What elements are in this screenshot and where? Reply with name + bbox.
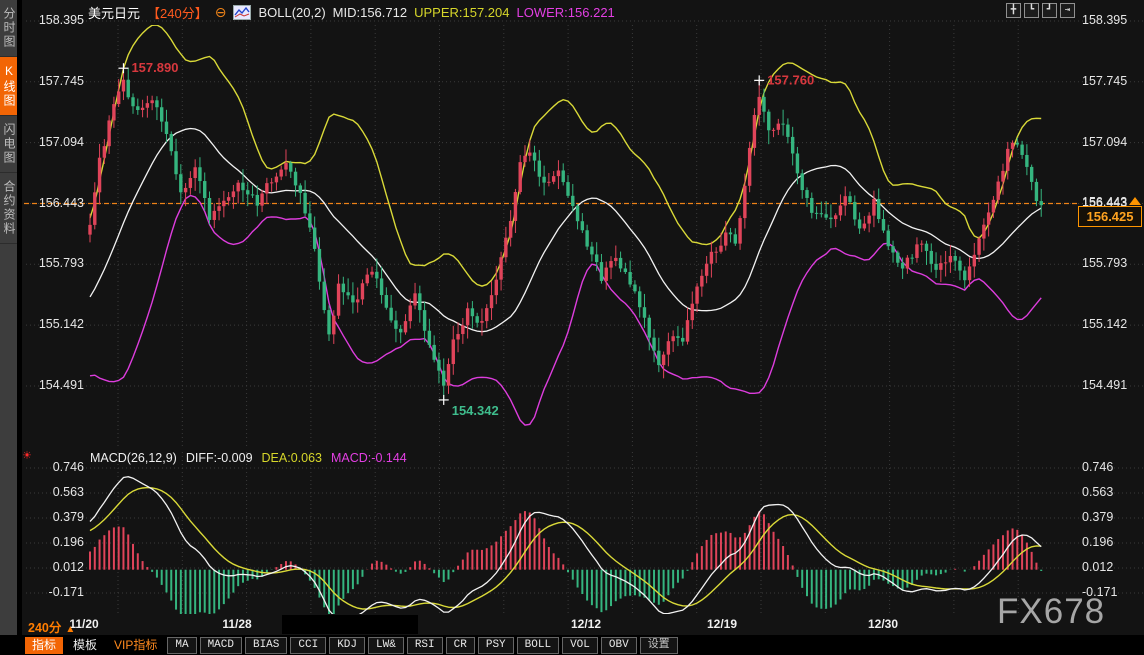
toolbar-tab[interactable]: PSY: [478, 637, 514, 654]
move-icon[interactable]: ╋: [1006, 3, 1021, 18]
macd-axis-label-right: 0.379: [1082, 510, 1142, 525]
indicator-toolbar: 指标模板VIP指标MAMACDBIASCCIKDJLW&RSICRPSYBOLL…: [0, 635, 1144, 655]
y-axis-label-left: 154.491: [24, 378, 84, 393]
y-axis-label-right: 158.395: [1082, 13, 1142, 28]
boll-lower-value: LOWER:156.221: [517, 5, 615, 20]
toolbar-tab[interactable]: VOL: [562, 637, 598, 654]
toolbar-tab[interactable]: RSI: [407, 637, 443, 654]
exit-panel-icon[interactable]: ⇥: [1060, 3, 1075, 18]
toolbar-tab[interactable]: KDJ: [329, 637, 365, 654]
toolbar-tab[interactable]: MACD: [200, 637, 242, 654]
chart-header: 美元日元 【240分】 ⊖ BOLL(20,2) MID:156.712 UPP…: [88, 3, 615, 21]
macd-dea-value: DEA:0.063: [262, 451, 322, 465]
macd-axis-label-right: 0.196: [1082, 535, 1142, 550]
macd-axis-label-right: 0.563: [1082, 485, 1142, 500]
toolbar-tab[interactable]: VIP指标: [107, 637, 164, 654]
toolbar-tab[interactable]: 设置: [640, 637, 678, 654]
macd-axis-label-left: 0.379: [24, 510, 84, 525]
y-axis-label-left: 156.443: [24, 196, 84, 211]
period-selector[interactable]: 240分 ▲: [28, 617, 75, 636]
boll-upper-value: UPPER:157.204: [414, 5, 509, 20]
toolbar-tab[interactable]: MA: [167, 637, 196, 654]
toolbar-tab[interactable]: BIAS: [245, 637, 287, 654]
y-axis-label-right: 155.793: [1082, 256, 1142, 271]
macd-diff-value: DIFF:-0.009: [186, 451, 253, 465]
window-icons: ╋┗┛⇥: [1006, 3, 1075, 18]
macd-hist-value: MACD:-0.144: [331, 451, 407, 465]
x-axis-label: 12/19: [707, 617, 737, 631]
x-axis-label: 11/28: [222, 617, 251, 631]
macd-axis-label-left: 0.012: [24, 560, 84, 575]
watermark: FX678: [997, 592, 1105, 632]
toolbar-tab[interactable]: LW&: [368, 637, 404, 654]
current-price-box: 156.425: [1078, 206, 1142, 227]
y-axis-label-left: 155.793: [24, 256, 84, 271]
blackout-box: [282, 615, 418, 634]
live-indicator-icon: ☀: [22, 449, 32, 462]
toolbar-tab[interactable]: CCI: [290, 637, 326, 654]
trading-app-window: 157.890154.342157.760 分时图K线图闪电图合约资料 美元日元…: [0, 0, 1144, 655]
toolbar-tab[interactable]: OBV: [601, 637, 637, 654]
macd-axis-label-left: 0.196: [24, 535, 84, 550]
macd-axis-label-left: -0.171: [24, 585, 84, 600]
period-badge: 【240分】: [147, 3, 208, 22]
y-axis-label-left: 155.142: [24, 317, 84, 332]
x-axis-label: 12/12: [571, 617, 601, 631]
macd-axis-label-right: 0.012: [1082, 560, 1142, 575]
period-text: 240分: [28, 621, 61, 635]
boll-label: BOLL(20,2): [258, 5, 325, 20]
price-annotation: 154.342: [452, 403, 499, 418]
axis-right-icon[interactable]: ┛: [1042, 3, 1057, 18]
toolbar-tab[interactable]: CR: [446, 637, 475, 654]
symbol-title: 美元日元: [88, 3, 140, 22]
y-axis-label-right: 155.142: [1082, 317, 1142, 332]
price-annotation: 157.760: [767, 72, 814, 87]
y-axis-label-right: 157.094: [1082, 135, 1142, 150]
y-axis-label-right: 154.491: [1082, 378, 1142, 393]
toolbar-tab[interactable]: 模板: [66, 637, 104, 654]
macd-header: MACD(26,12,9) DIFF:-0.009 DEA:0.063 MACD…: [90, 451, 407, 465]
macd-axis-label-right: 0.746: [1082, 460, 1142, 475]
x-axis-label: 12/30: [868, 617, 898, 631]
y-axis-label-left: 157.094: [24, 135, 84, 150]
period-arrow-icon: ▲: [65, 624, 75, 635]
toolbar-tab[interactable]: 指标: [25, 637, 63, 654]
y-axis-label-left: 158.395: [24, 13, 84, 28]
line-chart-icon[interactable]: [233, 5, 251, 20]
axis-left-icon[interactable]: ┗: [1024, 3, 1039, 18]
zoom-out-icon[interactable]: ⊖: [215, 4, 227, 21]
price-annotation: 157.890: [131, 60, 178, 75]
boll-mid-value: MID:156.712: [333, 5, 407, 20]
macd-axis-label-left: 0.746: [24, 460, 84, 475]
y-axis-label-left: 157.745: [24, 74, 84, 89]
toolbar-tab[interactable]: BOLL: [517, 637, 559, 654]
y-axis-label-right: 157.745: [1082, 74, 1142, 89]
macd-axis-label-left: 0.563: [24, 485, 84, 500]
chart-canvas[interactable]: 157.890 154.342 157.760: [0, 0, 1144, 655]
macd-formula: MACD(26,12,9): [90, 451, 177, 465]
